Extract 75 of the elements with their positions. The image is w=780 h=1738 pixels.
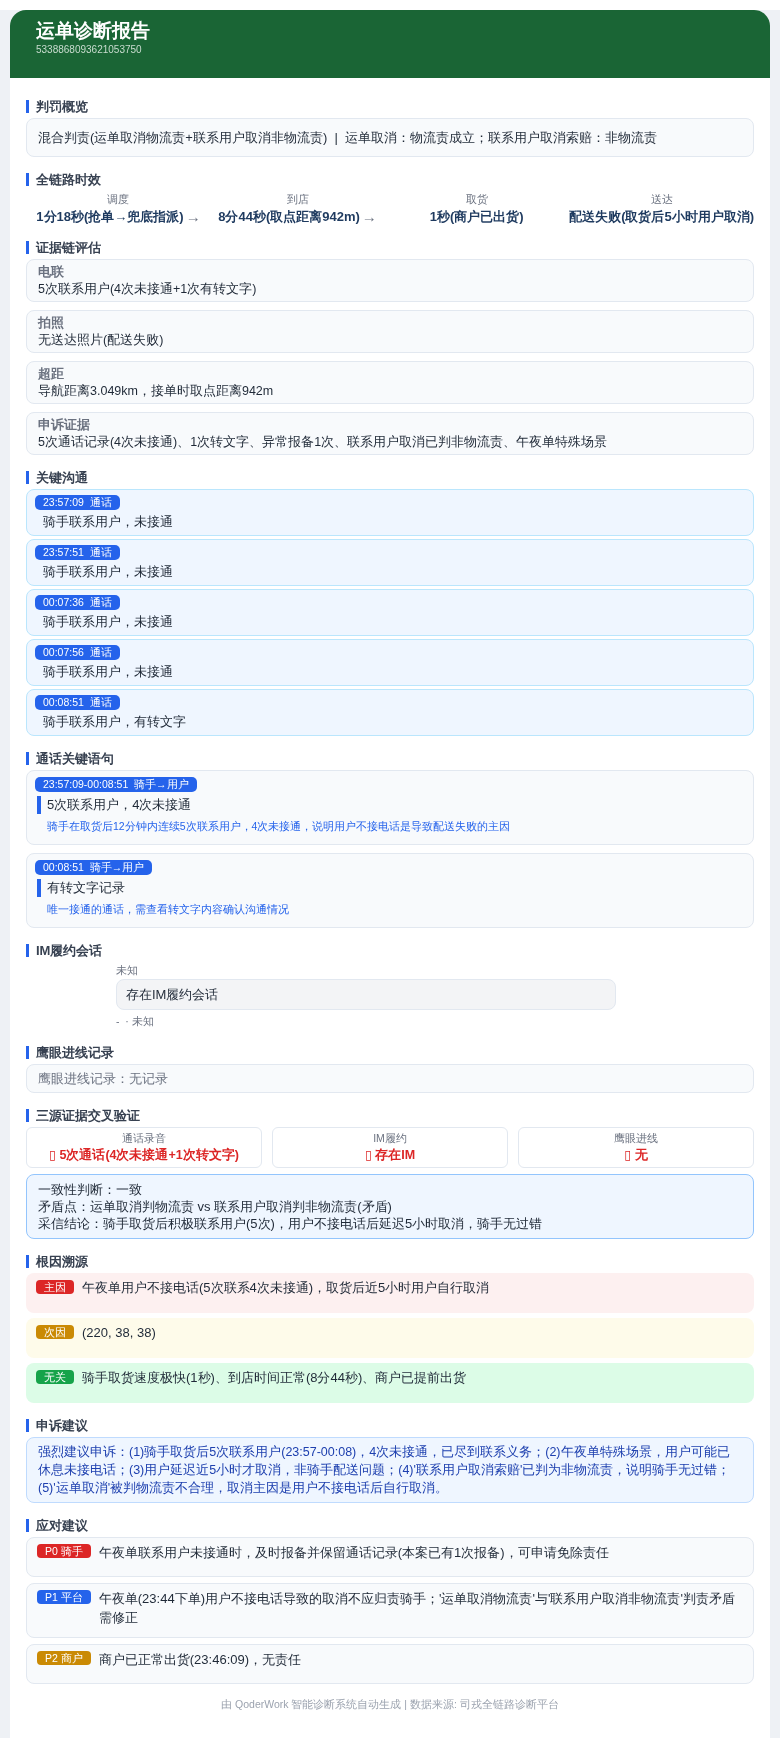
cause-tag: 主因 [36, 1280, 74, 1294]
evidence-text: 5次通话记录(4次未接通)、1次转文字、异常报备1次、联系用户取消已判非物流责、午夜单特殊场景 [38, 434, 609, 451]
communication-text: 骑手联系用户，未接通 [42, 663, 174, 680]
time-badge: 23:57:09 通话 [35, 495, 120, 510]
section-title: 全链路时效 [36, 171, 101, 188]
communication-text: 骑手联系用户，未接通 [42, 513, 174, 530]
verdict-line: 矛盾点：运单取消判物流责 vs 联系用户取消判非物流责(矛盾) [38, 1198, 393, 1215]
section-title: 申诉建议 [36, 1417, 88, 1434]
source-value: ▯ 存在IM [363, 1147, 417, 1164]
priority-tag: P0 骑手 [37, 1544, 91, 1558]
time-badge: 23:57:51 通话 [35, 545, 120, 560]
step-label: 到店 [286, 192, 309, 207]
section-title: 证据链评估 [36, 239, 101, 256]
step-value: 配送失败(取货后5小时用户取消) [569, 208, 754, 225]
arrow-glyph: → [361, 208, 377, 225]
order-id: 5338868093621053750 [36, 43, 143, 57]
section-title: IM履约会话 [36, 942, 103, 959]
key-sentence: 5次联系用户，4次未接通 [37, 796, 745, 814]
footer-text: 由 QoderWork 智能诊断系统自动生成 | 数据来源: 司戎全链路诊断平台 [221, 1698, 559, 1710]
evidence-text: 导航距离3.049km，接单时取点距离942m [38, 383, 275, 400]
communication-text: 骑手联系用户，有转文字 [42, 713, 187, 730]
cause-text: 骑手取货速度极快(1秒)、到店时间正常(8分44秒)、商户已提前出货 [82, 1369, 467, 1386]
section-title: 关键沟通 [36, 469, 88, 486]
priority-tag: P2 商户 [37, 1651, 91, 1665]
communication-text: 骑手联系用户，未接通 [42, 613, 174, 630]
time-badge: 00:07:36 通话 [35, 595, 120, 610]
advice-text: 商户已正常出货(23:46:09)，无责任 [98, 1651, 302, 1669]
evidence-text: 5次联系用户(4次未接通+1次有转文字) [38, 281, 258, 298]
im-label: - · 未知 [116, 1014, 155, 1029]
communication-text: 骑手联系用户，未接通 [42, 563, 174, 580]
step-value: 8分44秒(取点距离942m) [218, 208, 360, 225]
step-label: 送达 [650, 192, 673, 207]
priority-tag: P1 平台 [37, 1590, 91, 1604]
source-label: 鹰眼进线 [613, 1131, 659, 1146]
cause-text: (220, 38, 38) [82, 1324, 156, 1341]
evidence-label: 电联 [38, 263, 65, 280]
source-label: 通话录音 [121, 1131, 167, 1146]
sentence-note: 骑手在取货后12分钟内连续5次联系用户，4次未接通，说明用户不接电话是导致配送失败的主因 [46, 819, 512, 834]
report-title: 运单诊断报告 [36, 22, 150, 39]
section-title: 判罚概览 [36, 98, 88, 115]
section-title: 鹰眼进线记录 [36, 1044, 114, 1061]
penalty-summary: 混合判责(运单取消物流责+联系用户取消非物流责) | 运单取消：物流责成立；联系用户取消索赔：非物流责 [26, 118, 754, 157]
im-session-text: 存在IM履约会话 [116, 979, 616, 1010]
evidence-label: 拍照 [38, 314, 65, 331]
step-label: 取货 [465, 192, 488, 207]
key-sentence: 有转文字记录 [37, 879, 745, 897]
time-badge: 00:08:51 骑手→用户 [35, 860, 153, 875]
source-value: ▯ 无 [623, 1147, 649, 1164]
eagle-eye-record: 鹰眼进线记录：无记录 [26, 1064, 754, 1093]
cause-tag: 无关 [36, 1370, 74, 1384]
section-title: 三源证据交叉验证 [36, 1107, 140, 1124]
cause-tag: 次因 [36, 1325, 74, 1339]
evidence-label: 申诉证据 [38, 416, 91, 433]
time-badge: 00:08:51 通话 [35, 695, 120, 710]
arrow-glyph: → [185, 208, 201, 225]
sentence-note: 唯一接通的通话，需查看转文字内容确认沟通情况 [46, 902, 290, 917]
step-label: 调度 [107, 192, 130, 207]
step-value: 1秒(商户已出货) [429, 208, 524, 225]
evidence-label: 超距 [38, 365, 65, 382]
im-label: 未知 [116, 963, 139, 978]
evidence-text: 无送达照片(配送失败) [38, 332, 165, 349]
cause-text: 午夜单用户不接电话(5次联系4次未接通)，取货后近5小时用户自行取消 [82, 1279, 490, 1296]
section-title: 根因溯源 [36, 1253, 88, 1270]
section-title: 应对建议 [36, 1517, 88, 1534]
verdict-line: 一致性判断：一致 [38, 1181, 143, 1198]
step-value: 1分18秒(抢单→兜底指派) [36, 208, 184, 225]
advice-text: 午夜单(23:44下单)用户不接电话导致的取消不应归责骑手；'运单取消物流责'与'联系用户取消非物流责'判责矛盾需修正 [98, 1590, 736, 1627]
section-title: 通话关键语句 [36, 750, 114, 767]
source-label: IM履约 [372, 1131, 408, 1146]
appeal-advice: 强烈建议申诉：(1)骑手取货后5次联系用户(23:57-00:08)，4次未接通，已尽到联系义务；(2)午夜单特殊场景，用户可能已休息未接电话；(3)用户延迟近5小时才取消，非骑手配送问题；(4)'联系用户取消索赔'已判为非物流责，说明骑手无过错；(5)'运单取消'被判物流责不合理，取消主因是用户不接电话后自行取消。 [26, 1437, 754, 1503]
time-badge: 00:07:56 通话 [35, 645, 120, 660]
source-value: ▯ 5次通话(4次未接通+1次转文字) [48, 1147, 240, 1164]
time-badge: 23:57:09-00:08:51 骑手→用户 [35, 777, 197, 792]
verdict-line: 采信结论：骑手取货后积极联系用户(5次)，用户不接电话后延迟5小时取消，骑手无过错 [38, 1215, 544, 1232]
advice-text: 午夜单联系用户未接通时，及时报备并保留通话记录(本案已有1次报备)，可申请免除责任 [98, 1544, 609, 1562]
